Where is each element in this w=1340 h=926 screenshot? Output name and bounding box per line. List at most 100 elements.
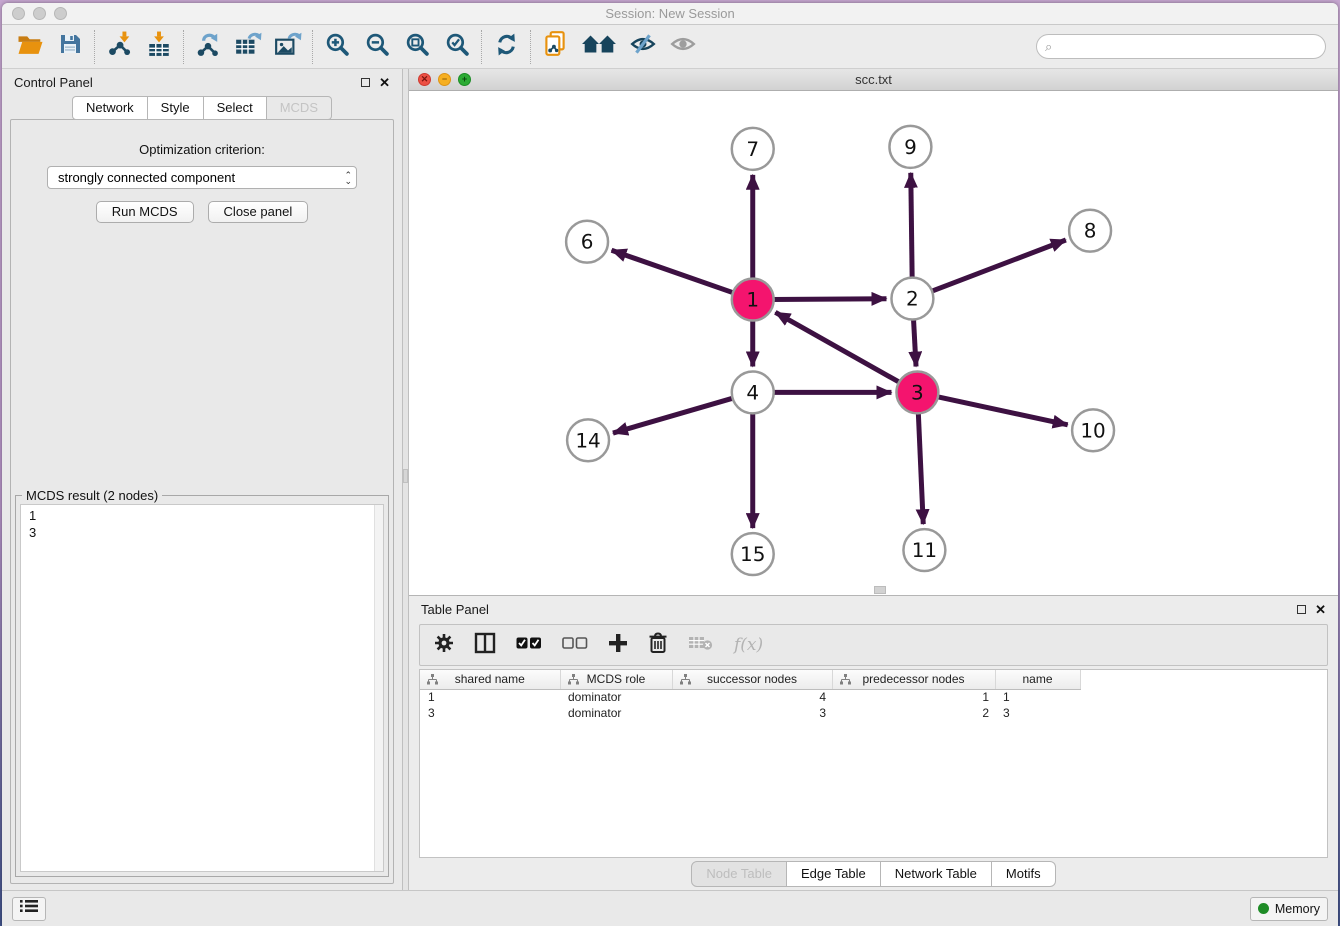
- vertical-splitter[interactable]: [402, 69, 409, 890]
- toolbar-separator: [530, 30, 531, 64]
- canvas-resize-grip[interactable]: [874, 586, 886, 594]
- export-table-icon: [234, 31, 262, 62]
- delete-column-button[interactable]: [648, 632, 668, 658]
- table-cell[interactable]: 3: [420, 705, 560, 721]
- search-input[interactable]: [1056, 40, 1317, 54]
- column-header-MCDS-role[interactable]: MCDS role: [560, 670, 672, 689]
- network-window-title: scc.txt: [409, 72, 1338, 87]
- hide-selected-button[interactable]: [627, 30, 659, 64]
- export-image-icon: [274, 31, 302, 62]
- graph-edge-3-10[interactable]: [936, 396, 1068, 424]
- zoom-fit-icon: [405, 32, 430, 62]
- open-session-button[interactable]: [14, 30, 46, 64]
- table-cell[interactable]: 3: [995, 705, 1080, 721]
- delete-table-button[interactable]: [688, 632, 714, 658]
- import-network-button[interactable]: [103, 30, 135, 64]
- table-panel-title: Table Panel: [421, 602, 489, 617]
- network-graph[interactable]: 1234678910111415: [409, 91, 1338, 595]
- clone-network-button[interactable]: [539, 30, 571, 64]
- graph-node-label-7: 7: [746, 137, 759, 161]
- save-session-button[interactable]: [54, 30, 86, 64]
- result-scrollbar[interactable]: [374, 505, 383, 871]
- select-all-columns-button[interactable]: [516, 632, 542, 658]
- graph-edge-4-14[interactable]: [613, 398, 735, 433]
- first-neighbors-button[interactable]: [579, 30, 619, 64]
- task-list-icon: [20, 899, 38, 918]
- tab-node-table[interactable]: Node Table: [691, 861, 787, 887]
- run-mcds-button[interactable]: Run MCDS: [96, 201, 194, 223]
- graph-edge-3-1[interactable]: [775, 312, 901, 383]
- task-history-button[interactable]: [12, 897, 46, 921]
- tab-network[interactable]: Network: [72, 96, 148, 120]
- close-panel-button[interactable]: Close panel: [208, 201, 309, 223]
- export-table-button[interactable]: [232, 30, 264, 64]
- column-header-shared-name[interactable]: shared name: [420, 670, 560, 689]
- table-row[interactable]: 3dominator323: [420, 705, 1080, 721]
- optimization-criterion-select[interactable]: strongly connected component ⌃⌄: [47, 166, 357, 189]
- network-close-button[interactable]: ✕: [418, 73, 431, 86]
- control-panel-title: Control Panel: [14, 75, 93, 90]
- tab-style[interactable]: Style: [148, 96, 204, 120]
- table-cell[interactable]: dominator: [560, 689, 672, 705]
- float-table-panel-icon[interactable]: [1297, 605, 1306, 614]
- graph-edge-2-9[interactable]: [911, 173, 912, 280]
- export-image-button[interactable]: [272, 30, 304, 64]
- memory-button[interactable]: Memory: [1250, 897, 1328, 921]
- table-cell[interactable]: 3: [672, 705, 832, 721]
- toolbar-separator: [94, 30, 95, 64]
- column-type-icon: [427, 674, 438, 688]
- tab-motifs[interactable]: Motifs: [992, 861, 1056, 887]
- zoom-in-button[interactable]: [321, 30, 353, 64]
- graph-edge-1-2[interactable]: [772, 299, 887, 300]
- show-all-button[interactable]: [667, 30, 699, 64]
- zoom-selected-icon: [445, 32, 470, 62]
- graph-edge-2-8[interactable]: [930, 240, 1066, 292]
- tab-network-table[interactable]: Network Table: [881, 861, 992, 887]
- table-cell[interactable]: 1: [995, 689, 1080, 705]
- import-table-button[interactable]: [143, 30, 175, 64]
- show-column-panel-button[interactable]: [474, 632, 496, 658]
- tab-edge-table[interactable]: Edge Table: [787, 861, 881, 887]
- table-cell[interactable]: 1: [420, 689, 560, 705]
- graph-node-label-2: 2: [906, 287, 919, 311]
- search-field[interactable]: ⌕: [1036, 34, 1326, 59]
- table-cell[interactable]: 2: [832, 705, 995, 721]
- close-panel-icon[interactable]: ✕: [379, 78, 390, 87]
- graph-edge-3-11[interactable]: [918, 411, 923, 524]
- close-table-panel-icon[interactable]: ✕: [1315, 605, 1326, 614]
- mcds-result-title: MCDS result (2 nodes): [22, 488, 162, 503]
- column-type-icon: [568, 674, 579, 688]
- zoom-fit-button[interactable]: [401, 30, 433, 64]
- column-header-successor-nodes[interactable]: successor nodes: [672, 670, 832, 689]
- graph-edge-2-3[interactable]: [913, 318, 916, 367]
- application-window: Session: New Session: [2, 3, 1338, 926]
- table-settings-button[interactable]: [434, 632, 454, 658]
- function-builder-button[interactable]: f(x): [734, 632, 763, 658]
- network-zoom-button[interactable]: +: [458, 73, 471, 86]
- table-cell[interactable]: dominator: [560, 705, 672, 721]
- table-cell[interactable]: 1: [832, 689, 995, 705]
- column-header-predecessor-nodes[interactable]: predecessor nodes: [832, 670, 995, 689]
- graph-node-label-15: 15: [740, 542, 765, 566]
- export-network-button[interactable]: [192, 30, 224, 64]
- tab-select[interactable]: Select: [204, 96, 267, 120]
- float-panel-icon[interactable]: [361, 78, 370, 87]
- zoom-out-button[interactable]: [361, 30, 393, 64]
- zoom-selected-button[interactable]: [441, 30, 473, 64]
- add-column-button[interactable]: [608, 632, 628, 658]
- graph-node-label-3: 3: [911, 380, 924, 404]
- tab-mcds[interactable]: MCDS: [267, 96, 332, 120]
- refresh-view-button[interactable]: [490, 30, 522, 64]
- table-row[interactable]: 1dominator411: [420, 689, 1080, 705]
- table-panel: Table Panel ✕: [409, 596, 1338, 890]
- graph-node-label-1: 1: [746, 288, 759, 312]
- graph-node-label-8: 8: [1084, 219, 1097, 243]
- splitter-grip[interactable]: [403, 469, 408, 483]
- graph-edge-1-6[interactable]: [612, 250, 735, 293]
- column-header-name[interactable]: name: [995, 670, 1080, 689]
- network-minimize-button[interactable]: −: [438, 73, 451, 86]
- deselect-all-columns-button[interactable]: [562, 632, 588, 658]
- table-cell[interactable]: 4: [672, 689, 832, 705]
- network-canvas[interactable]: 1234678910111415: [409, 91, 1338, 595]
- zoom-in-icon: [325, 32, 350, 62]
